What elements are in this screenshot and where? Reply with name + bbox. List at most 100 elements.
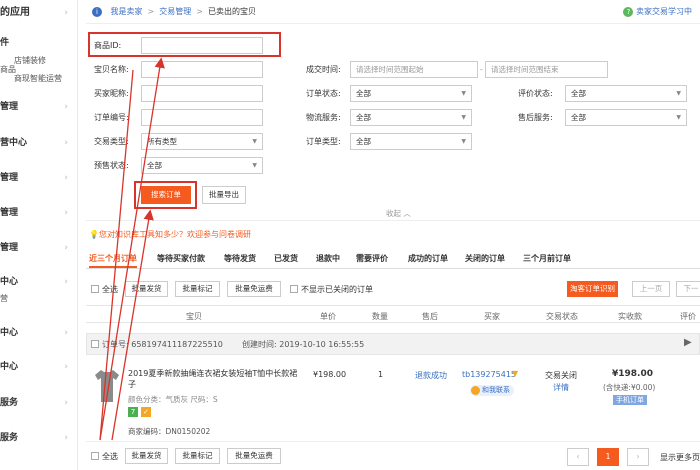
- sidebar-item[interactable]: 服务 ›: [0, 428, 78, 448]
- pager-page-current[interactable]: 1: [597, 448, 619, 466]
- presale-label: 预售状态:: [94, 161, 129, 170]
- breadcrumb-section-link[interactable]: 交易管理: [159, 7, 191, 16]
- sidebar-item-label: 营中心: [0, 138, 28, 148]
- order-type-value: 全部: [356, 137, 371, 146]
- sidebar-item[interactable]: 管理 ›: [0, 168, 78, 188]
- taobao-order-identify-button[interactable]: 淘客订单识别: [567, 281, 618, 297]
- tab-awaiting-shipment[interactable]: 等待发货: [224, 252, 256, 266]
- sidebar-item[interactable]: 的应用 ›: [0, 3, 78, 23]
- refund-status-link[interactable]: 退款成功: [415, 370, 447, 381]
- flag-icon[interactable]: ▶: [684, 337, 692, 348]
- order-no-value: 658197411187225510: [131, 340, 223, 349]
- column-header: 评价: [680, 312, 696, 321]
- batch-ship-button[interactable]: 批量发货: [125, 281, 168, 297]
- sidebar-sub-item[interactable]: 商现智能运营: [14, 73, 62, 84]
- sidebar-item-label: 服务: [0, 433, 19, 443]
- order-status-select[interactable]: 全部 ▼: [350, 85, 472, 102]
- column-header: 交易状态: [546, 312, 578, 321]
- order-no-label: 订单号:: [102, 340, 129, 349]
- chevron-right-icon: ›: [64, 102, 68, 112]
- buyer-nick-label: 买家昵称:: [94, 89, 129, 98]
- chevron-right-icon: ›: [64, 277, 68, 287]
- sidebar-item[interactable]: 管理 ›: [0, 203, 78, 223]
- review-label: 评价状态:: [518, 89, 553, 98]
- chevron-down-icon: ▼: [461, 90, 466, 97]
- bottom-batch-mark-button[interactable]: 批量标记: [175, 448, 220, 464]
- bottom-batch-ship-button[interactable]: 批量发货: [125, 448, 168, 464]
- tab-refunding[interactable]: 退款中: [316, 252, 340, 266]
- tab-older-orders[interactable]: 三个月前订单: [523, 252, 571, 266]
- tshirt-dress-image: [95, 370, 119, 402]
- breadcrumb-current: 已卖出的宝贝: [207, 7, 256, 16]
- order-checkbox[interactable]: [91, 340, 99, 348]
- batch-export-button[interactable]: 批量导出: [202, 186, 246, 204]
- sidebar-item-label: 管理: [0, 173, 19, 183]
- presale-value: 全部: [147, 161, 162, 170]
- chevron-down-icon: ▼: [252, 162, 257, 169]
- pager-prev-button[interactable]: ‹: [567, 448, 589, 466]
- sidebar-item[interactable]: 中心 ›: [0, 272, 78, 292]
- order-no-input[interactable]: [141, 109, 263, 126]
- divider: [86, 441, 700, 442]
- tab-shipped[interactable]: 已发货: [274, 252, 298, 266]
- show-more-pages-link[interactable]: 显示更多页: [660, 452, 700, 463]
- info-icon: i: [92, 6, 102, 17]
- sidebar-item[interactable]: 管理 ›: [0, 238, 78, 258]
- sidebar-item[interactable]: 服务 ›: [0, 393, 78, 413]
- buyer-name-link[interactable]: tb139275415: [462, 370, 516, 379]
- sidebar-item[interactable]: 管理 ›: [0, 97, 78, 117]
- contact-buyer-button[interactable]: 和我联系: [470, 385, 514, 396]
- bottom-select-all-checkbox[interactable]: [91, 452, 99, 460]
- chevron-right-icon: ›: [64, 398, 68, 408]
- pager-next-button[interactable]: ›: [627, 448, 649, 466]
- time-end-input[interactable]: 请选择时间范围结束: [485, 61, 608, 78]
- sidebar-sub-item[interactable]: 店铺装修: [14, 55, 46, 66]
- tab-awaiting-payment[interactable]: 等待买家付款: [157, 252, 205, 266]
- product-title[interactable]: 2019夏季新款抽绳连衣裙女装短袖T恤中长款裙子: [128, 368, 303, 390]
- logistics-value: 全部: [356, 113, 371, 122]
- aftersale-select[interactable]: 全部 ▼: [565, 109, 687, 126]
- bottom-batch-free-shipping-button[interactable]: 批量免运费: [227, 448, 281, 464]
- review-select[interactable]: 全部 ▼: [565, 85, 687, 102]
- aftersale-label: 售后服务:: [518, 113, 553, 122]
- chevron-right-icon: ›: [64, 8, 68, 18]
- mobile-order-badge: 手机订单: [613, 395, 647, 405]
- product-thumbnail[interactable]: [92, 368, 122, 404]
- sidebar-item[interactable]: 营中心 ›: [0, 133, 78, 153]
- hide-closed-checkbox[interactable]: [290, 285, 298, 293]
- trade-type-value: 所有类型: [147, 137, 177, 146]
- tab-needs-review[interactable]: 需要评价: [356, 252, 388, 266]
- breadcrumb-home-link[interactable]: 我是卖家: [111, 7, 143, 16]
- select-all-checkbox[interactable]: [91, 285, 99, 293]
- tab-recent-orders[interactable]: 近三个月订单: [89, 252, 137, 268]
- sidebar-item[interactable]: 中心 ›: [0, 323, 78, 343]
- sidebar-item[interactable]: 件: [0, 33, 78, 53]
- help-link[interactable]: ? 卖家交易学习中: [623, 0, 692, 24]
- order-detail-link[interactable]: 详情: [553, 382, 569, 393]
- contact-label: 和我联系: [482, 386, 510, 394]
- trade-type-label: 交易类型:: [94, 137, 129, 146]
- trade-type-select[interactable]: 所有类型 ▼: [141, 133, 263, 150]
- chevron-right-icon: ›: [64, 328, 68, 338]
- item-name-input[interactable]: [141, 61, 263, 78]
- presale-select[interactable]: 全部 ▼: [141, 157, 263, 174]
- collapse-toggle[interactable]: 收起 ︿: [386, 208, 411, 219]
- sidebar-item[interactable]: 中心 ›: [0, 357, 78, 377]
- question-icon: ?: [623, 6, 634, 17]
- next-page-button[interactable]: 下一: [676, 281, 700, 297]
- time-start-input[interactable]: 请选择时间范围起始: [350, 61, 478, 78]
- sidebar-sub-item[interactable]: 营: [0, 293, 8, 304]
- paid-amount: ¥198.00: [612, 369, 653, 379]
- order-type-select[interactable]: 全部 ▼: [350, 133, 472, 150]
- survey-notice-text: 您对知识库工具知多少？欢迎参与问卷调研: [98, 230, 251, 239]
- batch-mark-button[interactable]: 批量标记: [175, 281, 220, 297]
- buyer-nick-input[interactable]: [141, 85, 263, 102]
- seven-day-return-icon: 7: [128, 407, 138, 417]
- prev-page-button[interactable]: 上一页: [632, 281, 670, 297]
- logistics-select[interactable]: 全部 ▼: [350, 109, 472, 126]
- survey-notice[interactable]: 💡您对知识库工具知多少？欢迎参与问卷调研: [89, 229, 251, 240]
- tab-successful[interactable]: 成功的订单: [408, 252, 448, 266]
- tab-closed[interactable]: 关闭的订单: [465, 252, 505, 266]
- batch-free-shipping-button[interactable]: 批量免运费: [227, 281, 281, 297]
- merchant-code: 商家编码：DN0150202: [128, 427, 211, 436]
